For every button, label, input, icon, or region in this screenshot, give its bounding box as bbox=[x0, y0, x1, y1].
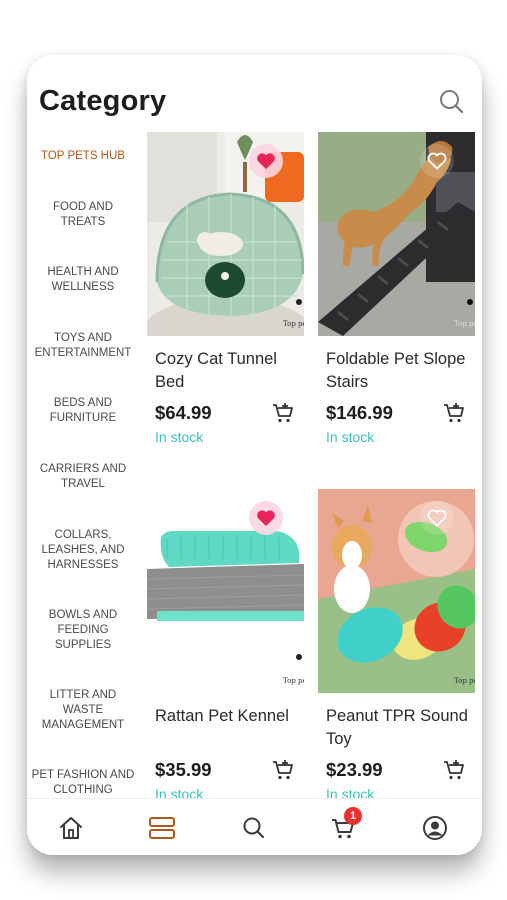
product-name[interactable]: Peanut TPR Sound Toy bbox=[326, 705, 476, 751]
heart-outline-icon bbox=[427, 509, 447, 527]
profile-icon bbox=[423, 816, 447, 840]
add-to-cart-button[interactable] bbox=[271, 401, 295, 425]
nav-home-button[interactable] bbox=[56, 813, 86, 843]
product-image[interactable]: Top pets bbox=[147, 489, 304, 693]
product-name[interactable]: Cozy Cat Tunnel Bed bbox=[155, 348, 305, 394]
cart-badge: 1 bbox=[344, 807, 362, 825]
product-card[interactable]: Top pets Foldable Pet Slope Stairs $146.… bbox=[318, 132, 475, 462]
sidebar-item-bowls-and-feeding[interactable]: BOWLS AND FEEDING SUPPLIES bbox=[27, 608, 139, 653]
nav-profile-button[interactable] bbox=[420, 813, 450, 843]
nav-search-button[interactable] bbox=[239, 813, 269, 843]
heart-filled-icon bbox=[257, 510, 275, 526]
app-screen: Category TOP PETS HUB FOOD AND TREATS HE… bbox=[27, 55, 482, 855]
nav-cart-button[interactable]: 1 bbox=[328, 807, 362, 843]
add-to-cart-button[interactable] bbox=[442, 401, 466, 425]
product-image[interactable]: Top pets bbox=[147, 132, 304, 336]
svg-text:Top pets: Top pets bbox=[454, 677, 475, 685]
search-icon bbox=[440, 90, 464, 114]
add-to-cart-button[interactable] bbox=[442, 758, 466, 782]
search-button[interactable] bbox=[437, 87, 467, 117]
add-to-cart-button[interactable] bbox=[271, 758, 295, 782]
header: Category bbox=[27, 55, 482, 131]
favorite-button[interactable] bbox=[249, 501, 283, 535]
product-image[interactable]: Top pets bbox=[318, 132, 475, 336]
add-to-cart-icon bbox=[444, 760, 464, 780]
favorite-button[interactable] bbox=[420, 501, 454, 535]
svg-text:Top pets: Top pets bbox=[454, 320, 475, 328]
product-card[interactable]: Top pets Peanut TPR Sound Toy $23.99 In … bbox=[318, 489, 475, 819]
product-name[interactable]: Foldable Pet Slope Stairs bbox=[326, 348, 476, 394]
nav-category-button[interactable] bbox=[147, 813, 177, 843]
add-to-cart-icon bbox=[273, 403, 293, 423]
sidebar-item-pet-fashion[interactable]: PET FASHION AND CLOTHING bbox=[27, 768, 139, 798]
category-icon bbox=[149, 817, 175, 839]
search-icon bbox=[243, 817, 265, 839]
bottom-nav: 1 bbox=[27, 798, 482, 855]
sidebar-item-health-and-wellness[interactable]: HEALTH AND WELLNESS bbox=[27, 265, 139, 295]
heart-filled-icon bbox=[257, 153, 275, 169]
stock-status: In stock bbox=[155, 429, 204, 445]
favorite-button[interactable] bbox=[420, 144, 454, 178]
product-price: $146.99 bbox=[326, 402, 393, 423]
sidebar-item-beds-and-furniture[interactable]: BEDS AND FURNITURE bbox=[27, 396, 139, 426]
stock-status: In stock bbox=[326, 429, 375, 445]
product-name[interactable]: Rattan Pet Kennel bbox=[155, 705, 305, 728]
svg-text:Top pets: Top pets bbox=[283, 320, 304, 328]
svg-text:Top pets: Top pets bbox=[283, 677, 304, 685]
heart-outline-icon bbox=[427, 152, 447, 170]
favorite-button[interactable] bbox=[249, 144, 283, 178]
home-icon bbox=[60, 817, 82, 839]
page-title: Category bbox=[39, 85, 167, 117]
product-card[interactable]: Top pets Cozy Cat Tunnel Bed $64.99 In s… bbox=[147, 132, 304, 462]
sidebar-item-collars-leashes-harnesses[interactable]: COLLARS, LEASHES, AND HARNESSES bbox=[27, 528, 139, 573]
product-image[interactable]: Top pets bbox=[318, 489, 475, 693]
product-price: $35.99 bbox=[155, 759, 212, 780]
product-price: $23.99 bbox=[326, 759, 383, 780]
product-card[interactable]: Top pets Rattan Pet Kennel $35.99 In sto… bbox=[147, 489, 304, 819]
sidebar-item-toys-and-entertainment[interactable]: TOYS AND ENTERTAINMENT bbox=[27, 331, 139, 361]
sidebar-item-top-pets-hub[interactable]: TOP PETS HUB bbox=[27, 149, 139, 164]
category-sidebar: TOP PETS HUB FOOD AND TREATS HEALTH AND … bbox=[27, 133, 139, 798]
sidebar-item-carriers-and-travel[interactable]: CARRIERS AND TRAVEL bbox=[27, 462, 139, 492]
product-price: $64.99 bbox=[155, 402, 212, 423]
sidebar-item-litter-and-waste[interactable]: LITTER AND WASTE MANAGEMENT bbox=[27, 688, 139, 733]
add-to-cart-icon bbox=[444, 403, 464, 423]
sidebar-item-food-and-treats[interactable]: FOOD AND TREATS bbox=[27, 200, 139, 230]
add-to-cart-icon bbox=[273, 760, 293, 780]
